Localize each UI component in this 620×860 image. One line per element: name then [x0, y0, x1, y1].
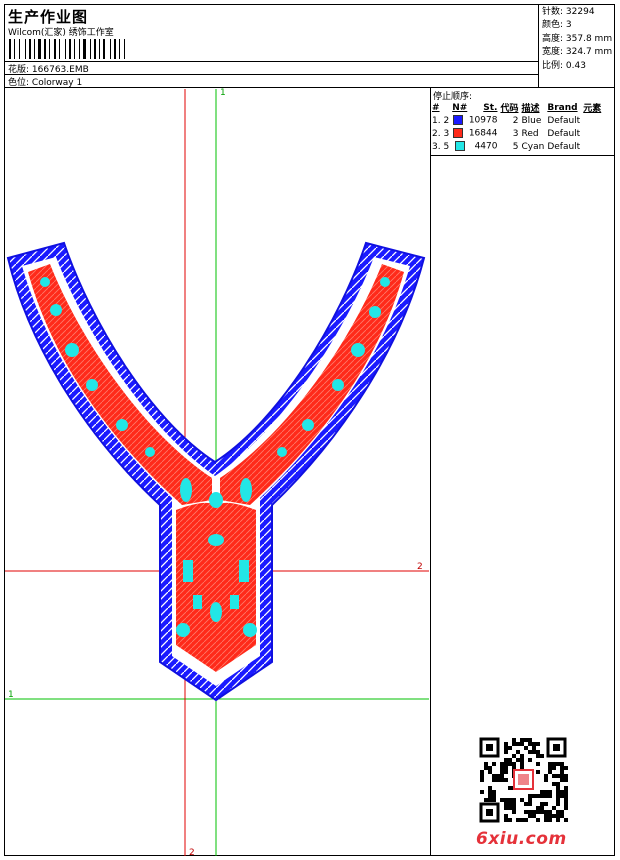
- embroidery-preview: 1 1 2 2: [5, 88, 429, 858]
- guide-label-red-bottom: 2: [189, 848, 195, 858]
- floral-center-panel: [176, 502, 256, 672]
- qr-code: [478, 736, 568, 824]
- guide-label-green-left: 1: [8, 690, 14, 700]
- guide-label-red-right: 2: [417, 562, 423, 572]
- watermark-text: 6xiu.com: [476, 829, 567, 849]
- guide-label-green-top: 1: [220, 88, 226, 98]
